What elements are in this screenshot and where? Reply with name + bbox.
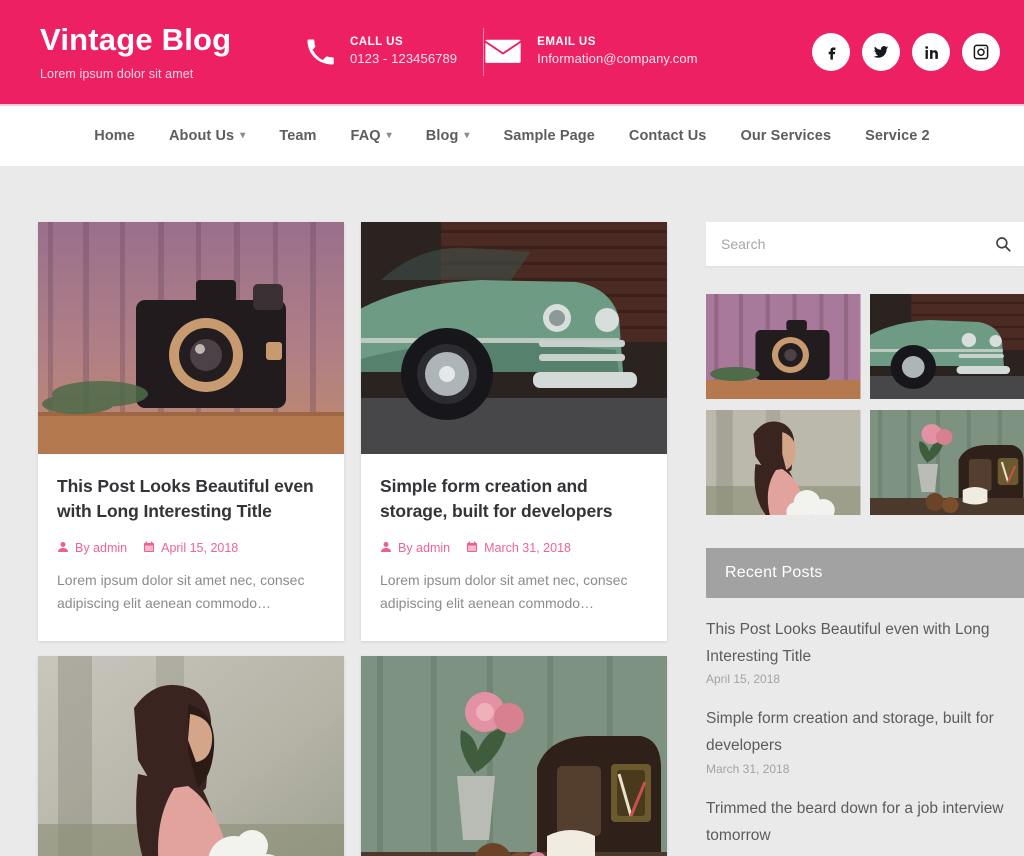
post-title[interactable]: This Post Looks Beautiful even with Long…	[57, 474, 325, 524]
nav-item-about-us[interactable]: About Us ▾	[152, 128, 262, 144]
nav-label: Service 2	[865, 128, 930, 144]
email-value: Information@company.com	[537, 51, 698, 67]
post-thumbnail-car[interactable]	[361, 222, 667, 454]
brand[interactable]: Vintage Blog Lorem ipsum dolor sit amet	[40, 22, 305, 81]
recent-posts-widget: Recent Posts This Post Looks Beautiful e…	[706, 548, 1024, 849]
recent-post-item[interactable]: Simple form creation and storage, built …	[706, 705, 1024, 775]
post-title[interactable]: Simple form creation and storage, built …	[380, 474, 648, 524]
recent-post-date: March 31, 2018	[706, 761, 790, 776]
phone-label: CALL US	[350, 36, 404, 49]
recent-post-title[interactable]: This Post Looks Beautiful even with Long…	[706, 616, 1024, 670]
calendar-icon	[466, 541, 478, 556]
user-icon	[380, 541, 392, 556]
post-card[interactable]	[361, 655, 667, 856]
chevron-down-icon: ▾	[240, 130, 246, 141]
post-date-label: March 31, 2018	[484, 541, 571, 556]
post-card[interactable]	[38, 655, 344, 856]
gallery-thumb-radio[interactable]	[869, 410, 1024, 515]
post-date-label: April 15, 2018	[161, 541, 239, 556]
search-icon[interactable]	[994, 235, 1012, 253]
post-date[interactable]: March 31, 2018	[466, 541, 571, 556]
contact-email[interactable]: EMAIL US Information@company.com	[484, 35, 723, 69]
post-card-body: Simple form creation and storage, built …	[361, 454, 667, 641]
linkedin-icon[interactable]	[912, 33, 950, 71]
recent-post-item[interactable]: Trimmed the beard down for a job intervi…	[706, 795, 1024, 849]
post-author-label: By admin	[398, 541, 451, 556]
gallery-thumb-camera[interactable]	[706, 294, 861, 399]
post-author[interactable]: By admin	[380, 541, 450, 556]
search-input[interactable]	[706, 236, 1024, 252]
nav-label: Contact Us	[628, 128, 707, 144]
instagram-icon[interactable]	[962, 33, 1000, 71]
gallery-widget	[706, 294, 1024, 515]
recent-posts-heading: Recent Posts	[706, 548, 1024, 598]
nav-label: Blog	[425, 128, 459, 144]
post-excerpt: Lorem ipsum dolor sit amet nec, consec a…	[57, 571, 305, 611]
recent-post-title[interactable]: Trimmed the beard down for a job intervi…	[706, 795, 1024, 849]
post-thumbnail-camera[interactable]	[38, 222, 344, 454]
post-card-body: This Post Looks Beautiful even with Long…	[38, 454, 344, 641]
site-header: Vintage Blog Lorem ipsum dolor sit amet …	[0, 0, 1024, 104]
nav-item-blog[interactable]: Blog ▾	[409, 128, 487, 144]
email-label: EMAIL US	[537, 36, 596, 49]
gallery-thumb-woman[interactable]	[706, 410, 861, 515]
nav-item-team[interactable]: Team	[262, 128, 333, 144]
post-excerpt: Lorem ipsum dolor sit amet nec, consec a…	[380, 571, 628, 611]
post-thumbnail-woman[interactable]	[38, 655, 344, 856]
nav-item-our-services[interactable]: Our Services	[723, 128, 848, 144]
social-links	[812, 33, 1000, 71]
contact-group: CALL US 0123 - 123456789 EMAIL US Inform…	[305, 28, 724, 76]
contact-phone[interactable]: CALL US 0123 - 123456789	[305, 35, 483, 69]
post-author-label: By admin	[75, 541, 128, 556]
search-widget	[706, 222, 1024, 266]
recent-post-date: April 15, 2018	[706, 672, 781, 687]
phone-value: 0123 - 123456789	[350, 51, 458, 67]
post-author[interactable]: By admin	[57, 541, 127, 556]
post-thumbnail-radio[interactable]	[361, 655, 667, 856]
post-card[interactable]: This Post Looks Beautiful even with Long…	[38, 222, 344, 641]
nav-label: Team	[279, 128, 317, 144]
nav-item-service-2[interactable]: Service 2	[848, 128, 947, 144]
page-content: This Post Looks Beautiful even with Long…	[0, 166, 1024, 856]
main-navigation: Home About Us ▾ Team FAQ ▾ Blog ▾ Sample…	[0, 104, 1024, 166]
sidebar: Recent Posts This Post Looks Beautiful e…	[706, 222, 1024, 856]
phone-icon	[305, 37, 335, 67]
gallery-thumb-car[interactable]	[869, 294, 1024, 399]
nav-label: About Us	[168, 128, 235, 144]
nav-item-faq[interactable]: FAQ ▾	[334, 128, 409, 144]
nav-label: Home	[94, 128, 135, 144]
post-card[interactable]: Simple form creation and storage, built …	[361, 222, 667, 641]
facebook-icon[interactable]	[812, 33, 850, 71]
nav-label: Our Services	[740, 128, 832, 144]
site-title: Vintage Blog	[40, 22, 232, 58]
chevron-down-icon: ▾	[464, 130, 470, 141]
chevron-down-icon: ▾	[386, 130, 392, 141]
twitter-icon[interactable]	[862, 33, 900, 71]
calendar-icon	[143, 541, 155, 556]
nav-label: FAQ	[350, 128, 381, 144]
nav-label: Sample Page	[503, 128, 595, 144]
post-date[interactable]: April 15, 2018	[143, 541, 238, 556]
post-grid: This Post Looks Beautiful even with Long…	[38, 222, 668, 856]
site-tagline: Lorem ipsum dolor sit amet	[40, 66, 194, 81]
recent-post-title[interactable]: Simple form creation and storage, built …	[706, 705, 1024, 759]
recent-post-item[interactable]: This Post Looks Beautiful even with Long…	[706, 616, 1024, 686]
user-icon	[57, 541, 69, 556]
nav-item-home[interactable]: Home	[77, 128, 152, 144]
nav-item-contact-us[interactable]: Contact Us	[612, 128, 724, 144]
post-meta: By admin March 31, 2018	[380, 541, 648, 556]
envelope-icon	[484, 37, 522, 67]
nav-item-sample-page[interactable]: Sample Page	[487, 128, 612, 144]
post-meta: By admin April 15, 2018	[57, 541, 325, 556]
recent-posts-list: This Post Looks Beautiful even with Long…	[706, 598, 1024, 849]
